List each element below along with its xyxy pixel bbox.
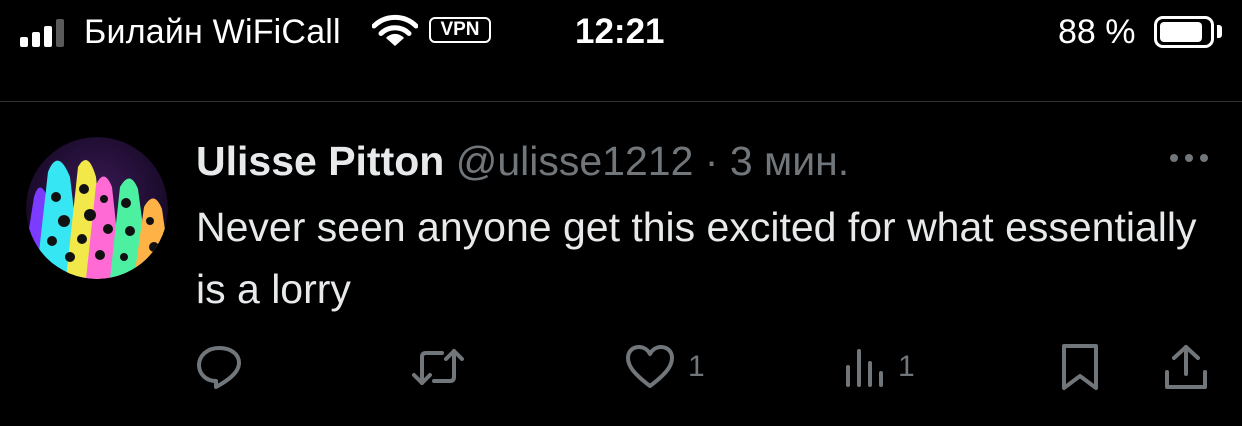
status-bar: Билайн WiFiCall VPN 12:21 88 % bbox=[0, 0, 1242, 62]
display-name[interactable]: Ulisse Pitton bbox=[196, 138, 444, 184]
header-divider bbox=[0, 101, 1242, 102]
bookmark-icon bbox=[1062, 344, 1098, 390]
carrier-name: Билайн WiFiCall bbox=[84, 13, 341, 51]
avatar[interactable] bbox=[26, 137, 168, 279]
retweet-icon bbox=[412, 349, 464, 385]
views-button[interactable]: 1 bbox=[842, 340, 915, 394]
battery-icon bbox=[1154, 16, 1214, 48]
heart-icon bbox=[626, 345, 674, 388]
retweet-button[interactable] bbox=[410, 340, 466, 394]
status-time: 12:21 bbox=[575, 12, 665, 51]
views-count: 1 bbox=[898, 350, 915, 383]
vpn-badge: VPN bbox=[429, 17, 491, 43]
share-icon bbox=[1165, 345, 1207, 389]
meta-separator: · bbox=[704, 138, 719, 184]
tweet-header: Ulisse Pitton @ulisse1212 · 3 мин. bbox=[196, 133, 849, 189]
battery-percentage: 88 % bbox=[1058, 13, 1136, 51]
like-count: 1 bbox=[688, 350, 705, 383]
like-button[interactable]: 1 bbox=[624, 340, 705, 394]
share-button[interactable] bbox=[1162, 340, 1210, 394]
user-handle[interactable]: @ulisse1212 bbox=[456, 138, 694, 184]
tweet-timestamp[interactable]: 3 мин. bbox=[730, 138, 849, 184]
bookmark-button[interactable] bbox=[1058, 340, 1102, 394]
cellular-signal-icon bbox=[20, 17, 64, 47]
reply-icon bbox=[197, 346, 241, 389]
reply-button[interactable] bbox=[194, 340, 244, 394]
more-options-icon[interactable] bbox=[1166, 140, 1212, 176]
battery-tip bbox=[1217, 25, 1222, 38]
tweet-text: Never seen anyone get this excited for w… bbox=[196, 204, 1197, 312]
views-icon bbox=[846, 349, 883, 387]
wifi-icon bbox=[372, 14, 418, 46]
